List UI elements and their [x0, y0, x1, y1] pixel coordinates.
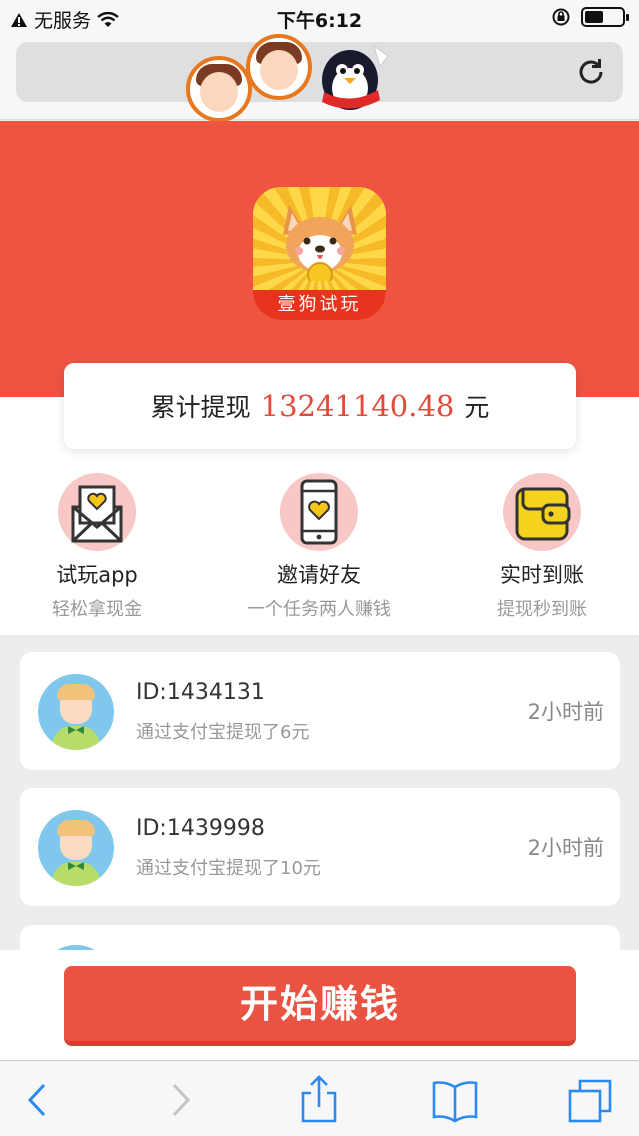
list-item: ID:1434131 通过支付宝提现了6元 2小时前: [20, 652, 620, 770]
feature-subtitle: 提现秒到账: [497, 599, 587, 620]
mascot-overlay: [186, 34, 396, 126]
status-bar: 无服务 下午6:12: [0, 0, 639, 36]
share-icon[interactable]: [294, 1075, 344, 1125]
record-desc: 通过支付宝提现了6元: [136, 722, 310, 743]
phone-heart-icon: [280, 473, 358, 551]
logo-banner-text: 壹狗试玩: [253, 290, 386, 320]
total-amount: 13241140.48: [260, 389, 455, 423]
feature-title: 实时到账: [500, 563, 584, 587]
total-label: 累计提现: [150, 393, 251, 422]
forward-icon[interactable]: [156, 1075, 206, 1125]
corgi-icon: [283, 205, 357, 281]
start-earning-button[interactable]: 开始赚钱: [64, 966, 576, 1046]
kid-mascot-icon: [246, 34, 312, 100]
feature-subtitle: 一个任务两人赚钱: [247, 599, 391, 620]
browser-address-area: n: [0, 34, 639, 122]
withdraw-record-list: ID:1434131 通过支付宝提现了6元 2小时前 ID:1439998 通过…: [0, 635, 639, 965]
battery-icon: [581, 7, 629, 27]
browser-toolbar: [0, 1060, 639, 1136]
rotation-lock-icon: [552, 8, 570, 26]
record-id: ID:1434131: [136, 680, 265, 705]
app-page: 无服务 下午6:12 n: [0, 0, 639, 1136]
avatar: [38, 674, 114, 750]
total-withdrawn-card: 累计提现 13241140.48 元: [64, 363, 576, 449]
status-time: 下午6:12: [276, 10, 363, 32]
record-desc: 通过支付宝提现了10元: [136, 858, 321, 879]
list-item: ID:1439998 通过支付宝提现了10元 2小时前: [20, 788, 620, 906]
bookmarks-icon[interactable]: [430, 1075, 480, 1125]
reload-icon[interactable]: [575, 56, 607, 88]
record-time: 2小时前: [527, 836, 604, 860]
app-logo: 壹狗试玩: [253, 187, 386, 320]
feature-subtitle: 轻松拿现金: [52, 599, 142, 620]
feature-instant-payout[interactable]: 实时到账 提现秒到账: [442, 473, 639, 621]
back-icon[interactable]: [14, 1075, 64, 1125]
feature-title: 邀请好友: [277, 563, 361, 587]
hero-banner: 壹狗试玩: [0, 121, 639, 397]
total-unit: 元: [464, 393, 490, 422]
feature-invite-friends[interactable]: 邀请好友 一个任务两人赚钱: [219, 473, 419, 621]
kid-mascot-icon: [186, 56, 252, 122]
tabs-icon[interactable]: [566, 1075, 616, 1125]
penguin-mascot-icon: [322, 44, 389, 110]
record-id: ID:1439998: [136, 816, 265, 841]
action-area: 开始赚钱: [0, 950, 639, 1060]
avatar: [38, 810, 114, 886]
wallet-icon: [503, 473, 581, 551]
envelope-heart-icon: [58, 473, 136, 551]
status-right: [551, 7, 629, 27]
record-time: 2小时前: [527, 700, 604, 724]
feature-trial-app[interactable]: 试玩app 轻松拿现金: [0, 473, 197, 621]
feature-title: 试玩app: [56, 563, 138, 587]
